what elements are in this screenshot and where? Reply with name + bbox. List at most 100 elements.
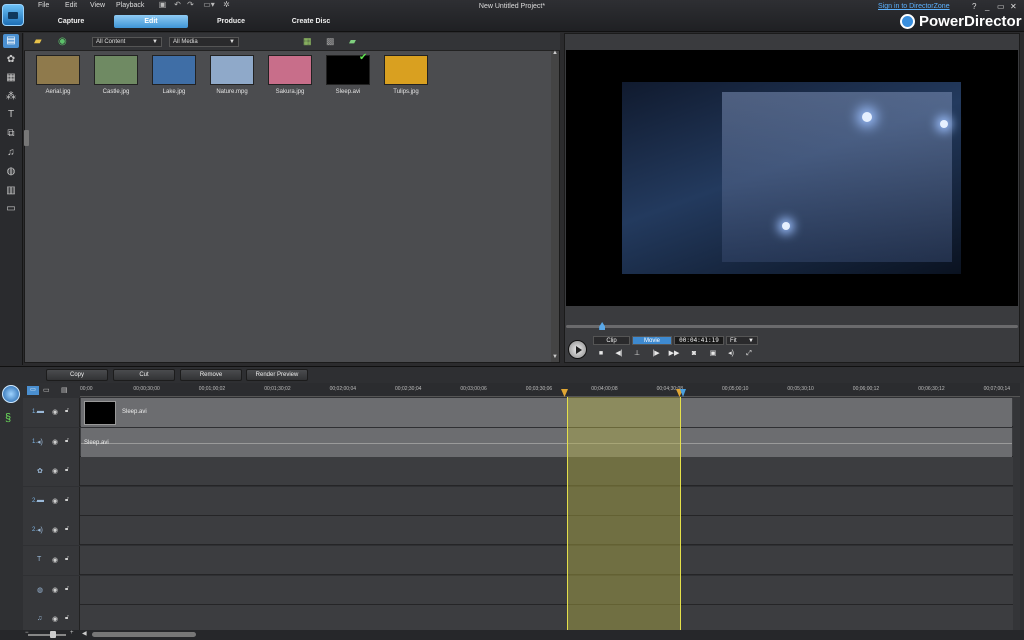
redo-icon[interactable]: ↷ bbox=[186, 1, 195, 9]
play-button[interactable] bbox=[568, 340, 587, 359]
cut-button[interactable]: Cut bbox=[113, 369, 175, 381]
audio-mixing-icon[interactable]: ♫ bbox=[3, 146, 19, 160]
timeline-zoom-slider[interactable] bbox=[28, 634, 66, 636]
storyboard-view-icon[interactable]: ▭ bbox=[43, 386, 50, 394]
save-icon[interactable]: ▣ bbox=[158, 1, 167, 9]
media-room-icon[interactable]: ▤ bbox=[3, 34, 19, 48]
preview-quality-icon[interactable]: ▣ bbox=[707, 349, 719, 359]
help-icon[interactable]: ? bbox=[972, 2, 976, 11]
tab-capture[interactable]: Capture bbox=[40, 15, 102, 28]
next-frame-icon[interactable]: |▶ bbox=[650, 349, 662, 359]
track-lock-icon[interactable]: 🔓︎ bbox=[65, 497, 69, 504]
copy-button[interactable]: Copy bbox=[46, 369, 108, 381]
track-lock-icon[interactable]: 🔓︎ bbox=[65, 615, 69, 622]
zoom-out-icon[interactable]: − bbox=[25, 630, 29, 636]
volume-icon[interactable]: ◂) bbox=[725, 349, 737, 359]
download-content-icon[interactable]: ◉ bbox=[58, 36, 67, 47]
media-thumbnail[interactable] bbox=[36, 55, 80, 85]
timeline-track[interactable] bbox=[23, 516, 1020, 546]
preview-scrubber[interactable] bbox=[566, 325, 1018, 328]
track-visibility-icon[interactable]: ◉ bbox=[52, 556, 58, 564]
fast-forward-icon[interactable]: ▶▶ bbox=[668, 349, 680, 359]
track-visibility-icon[interactable]: ◉ bbox=[52, 526, 58, 534]
clip-mode-button[interactable]: Clip bbox=[593, 336, 630, 345]
render-preview-button[interactable]: Render Preview bbox=[246, 369, 308, 381]
menu-edit[interactable]: Edit bbox=[65, 2, 77, 9]
aspect-ratio-icon[interactable]: ▭▾ bbox=[202, 1, 216, 9]
pip-room-icon[interactable]: ▦ bbox=[3, 71, 19, 85]
range-selection[interactable] bbox=[567, 397, 681, 631]
track-visibility-icon[interactable]: ◉ bbox=[52, 586, 58, 594]
storyboard-icon[interactable]: ▩ bbox=[326, 36, 335, 47]
track-visibility-icon[interactable]: ◉ bbox=[52, 408, 58, 416]
timeline-track[interactable] bbox=[23, 575, 1020, 605]
tab-edit[interactable]: Edit bbox=[114, 15, 188, 28]
minimize-icon[interactable]: _ bbox=[985, 2, 989, 11]
timeline-horizontal-scrollbar[interactable] bbox=[92, 632, 196, 637]
timecode-display[interactable]: 00:04:41:19 bbox=[674, 336, 724, 345]
subtitle-room-icon[interactable]: ▭ bbox=[3, 202, 19, 216]
zoom-in-icon[interactable]: + bbox=[70, 630, 74, 636]
track-lock-icon[interactable]: 🔓︎ bbox=[65, 467, 69, 474]
video-clip[interactable] bbox=[81, 398, 1012, 427]
media-thumbnail[interactable] bbox=[152, 55, 196, 85]
track-lock-icon[interactable]: 🔓︎ bbox=[65, 408, 69, 415]
timeline-view-icon[interactable]: ▭ bbox=[27, 386, 39, 395]
import-folder-icon[interactable]: ▰ bbox=[34, 36, 42, 47]
remove-button[interactable]: Remove bbox=[180, 369, 242, 381]
media-tools-icon[interactable]: ▰ bbox=[349, 36, 356, 47]
track-lock-icon[interactable]: 🔓︎ bbox=[65, 586, 69, 593]
zoom-fit-dropdown[interactable]: Fit ▼ bbox=[726, 336, 758, 345]
app-logo-icon[interactable] bbox=[2, 4, 24, 26]
track-visibility-icon[interactable]: ◉ bbox=[52, 467, 58, 475]
track-lock-icon[interactable]: 🔓︎ bbox=[65, 438, 69, 445]
content-filter-dropdown[interactable]: All Content ▼ bbox=[92, 37, 162, 47]
track-lock-icon[interactable]: 🔓︎ bbox=[65, 526, 69, 533]
close-icon[interactable]: ✕ bbox=[1010, 2, 1017, 11]
undock-icon[interactable]: ⤢ bbox=[743, 349, 755, 359]
track-manager-icon[interactable]: ▤ bbox=[61, 386, 68, 394]
particle-room-icon[interactable]: ⁂ bbox=[3, 90, 19, 104]
movie-mode-button[interactable]: Movie bbox=[632, 336, 672, 345]
split-icon[interactable]: ⊥ bbox=[631, 349, 643, 359]
scroll-down-icon[interactable]: ▼ bbox=[552, 354, 558, 360]
menu-view[interactable]: View bbox=[90, 2, 105, 9]
track-visibility-icon[interactable]: ◉ bbox=[52, 497, 58, 505]
timeline-mode-icon[interactable] bbox=[2, 385, 20, 403]
menu-file[interactable]: File bbox=[38, 2, 49, 9]
track-lock-icon[interactable]: 🔓︎ bbox=[65, 556, 69, 563]
grid-view-icon[interactable]: ▦ bbox=[303, 36, 312, 47]
timeline-vertical-scrollbar[interactable] bbox=[1013, 397, 1020, 630]
tab-produce[interactable]: Produce bbox=[200, 15, 262, 28]
media-thumbnail[interactable] bbox=[384, 55, 428, 85]
tab-create-disc[interactable]: Create Disc bbox=[278, 15, 344, 28]
stop-icon[interactable]: ■ bbox=[595, 349, 607, 359]
media-thumbnail[interactable] bbox=[94, 55, 138, 85]
undo-icon[interactable]: ↶ bbox=[173, 1, 182, 9]
previous-frame-icon[interactable]: ◀| bbox=[613, 349, 625, 359]
settings-icon[interactable]: ✲ bbox=[222, 1, 231, 9]
panel-collapse-handle[interactable] bbox=[24, 130, 29, 146]
transition-room-icon[interactable]: ⧉ bbox=[3, 127, 19, 141]
effect-room-icon[interactable]: ✿ bbox=[3, 53, 19, 67]
maximize-icon[interactable]: ▭ bbox=[997, 2, 1005, 11]
title-room-icon[interactable]: T bbox=[3, 108, 19, 122]
timeline-track[interactable] bbox=[23, 457, 1020, 487]
chapter-room-icon[interactable]: ▥ bbox=[3, 184, 19, 198]
timeline-track[interactable] bbox=[23, 546, 1020, 575]
zoom-slider-knob[interactable] bbox=[50, 631, 56, 638]
snapshot-icon[interactable]: ◙ bbox=[688, 349, 700, 359]
menu-playback[interactable]: Playback bbox=[116, 2, 144, 9]
media-filter-dropdown[interactable]: All Media ▼ bbox=[169, 37, 239, 47]
magic-tools-icon[interactable]: § bbox=[5, 412, 11, 424]
voiceover-icon[interactable]: ◍ bbox=[3, 165, 19, 179]
scroll-up-icon[interactable]: ▲ bbox=[552, 50, 558, 56]
media-thumbnail[interactable] bbox=[210, 55, 254, 85]
media-thumbnail[interactable] bbox=[268, 55, 312, 85]
timeline-track[interactable] bbox=[23, 486, 1020, 516]
track-visibility-icon[interactable]: ◉ bbox=[52, 438, 58, 446]
scroll-left-icon[interactable]: ◀ bbox=[82, 630, 87, 637]
track-visibility-icon[interactable]: ◉ bbox=[52, 615, 58, 623]
library-scrollbar[interactable] bbox=[551, 51, 559, 362]
signin-link[interactable]: Sign in to DirectorZone bbox=[878, 3, 950, 10]
